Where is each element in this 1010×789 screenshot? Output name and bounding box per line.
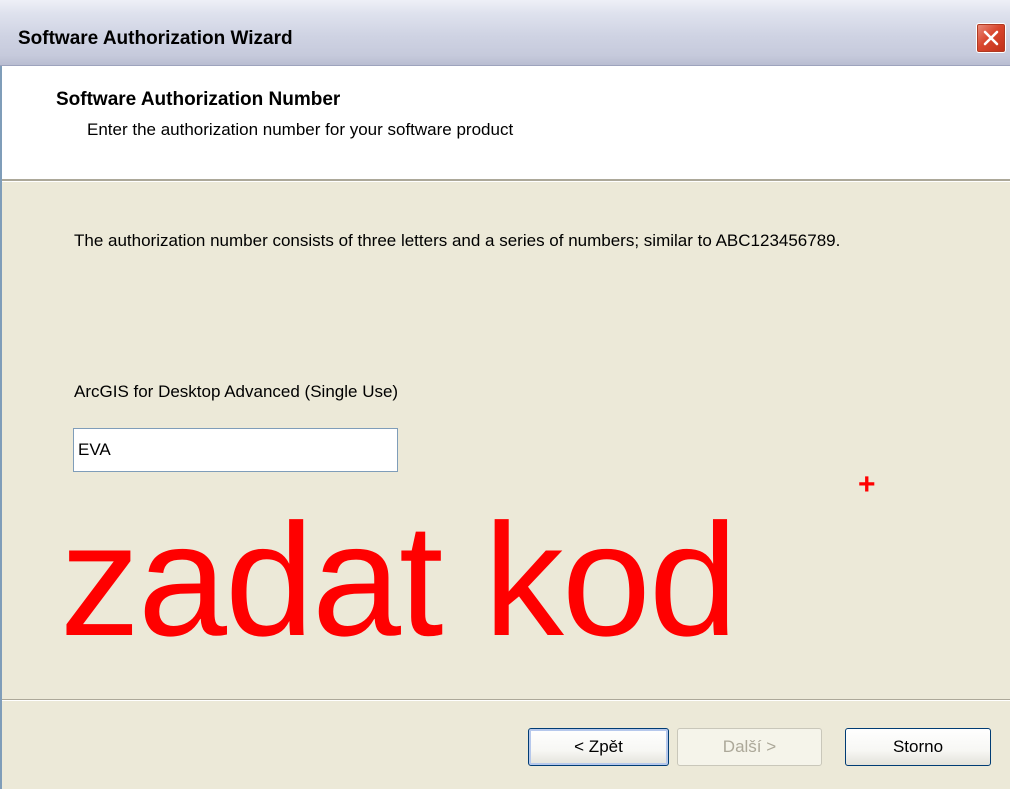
next-button[interactable]: Další > [677, 728, 822, 766]
annotation-plus: + [858, 468, 876, 501]
annotation-text: zadat kod [60, 490, 738, 669]
close-icon [983, 30, 999, 46]
authorization-number-input[interactable] [73, 428, 398, 472]
wizard-window: Software Authorization Wizard Software A… [0, 0, 1010, 789]
window-title: Software Authorization Wizard [18, 28, 293, 49]
footer-divider [2, 699, 1010, 701]
product-label: ArcGIS for Desktop Advanced (Single Use) [74, 382, 399, 401]
header-divider [0, 179, 1010, 182]
back-button[interactable]: < Zpět [528, 728, 669, 766]
page-title: Software Authorization Number [56, 89, 341, 110]
window-left-border [0, 66, 2, 789]
close-button[interactable] [976, 23, 1006, 53]
cancel-button[interactable]: Storno [845, 728, 991, 766]
auth-number-description: The authorization number consists of thr… [74, 231, 841, 250]
page-subtitle: Enter the authorization number for your … [87, 120, 514, 139]
title-bar[interactable]: Software Authorization Wizard [0, 0, 1010, 66]
